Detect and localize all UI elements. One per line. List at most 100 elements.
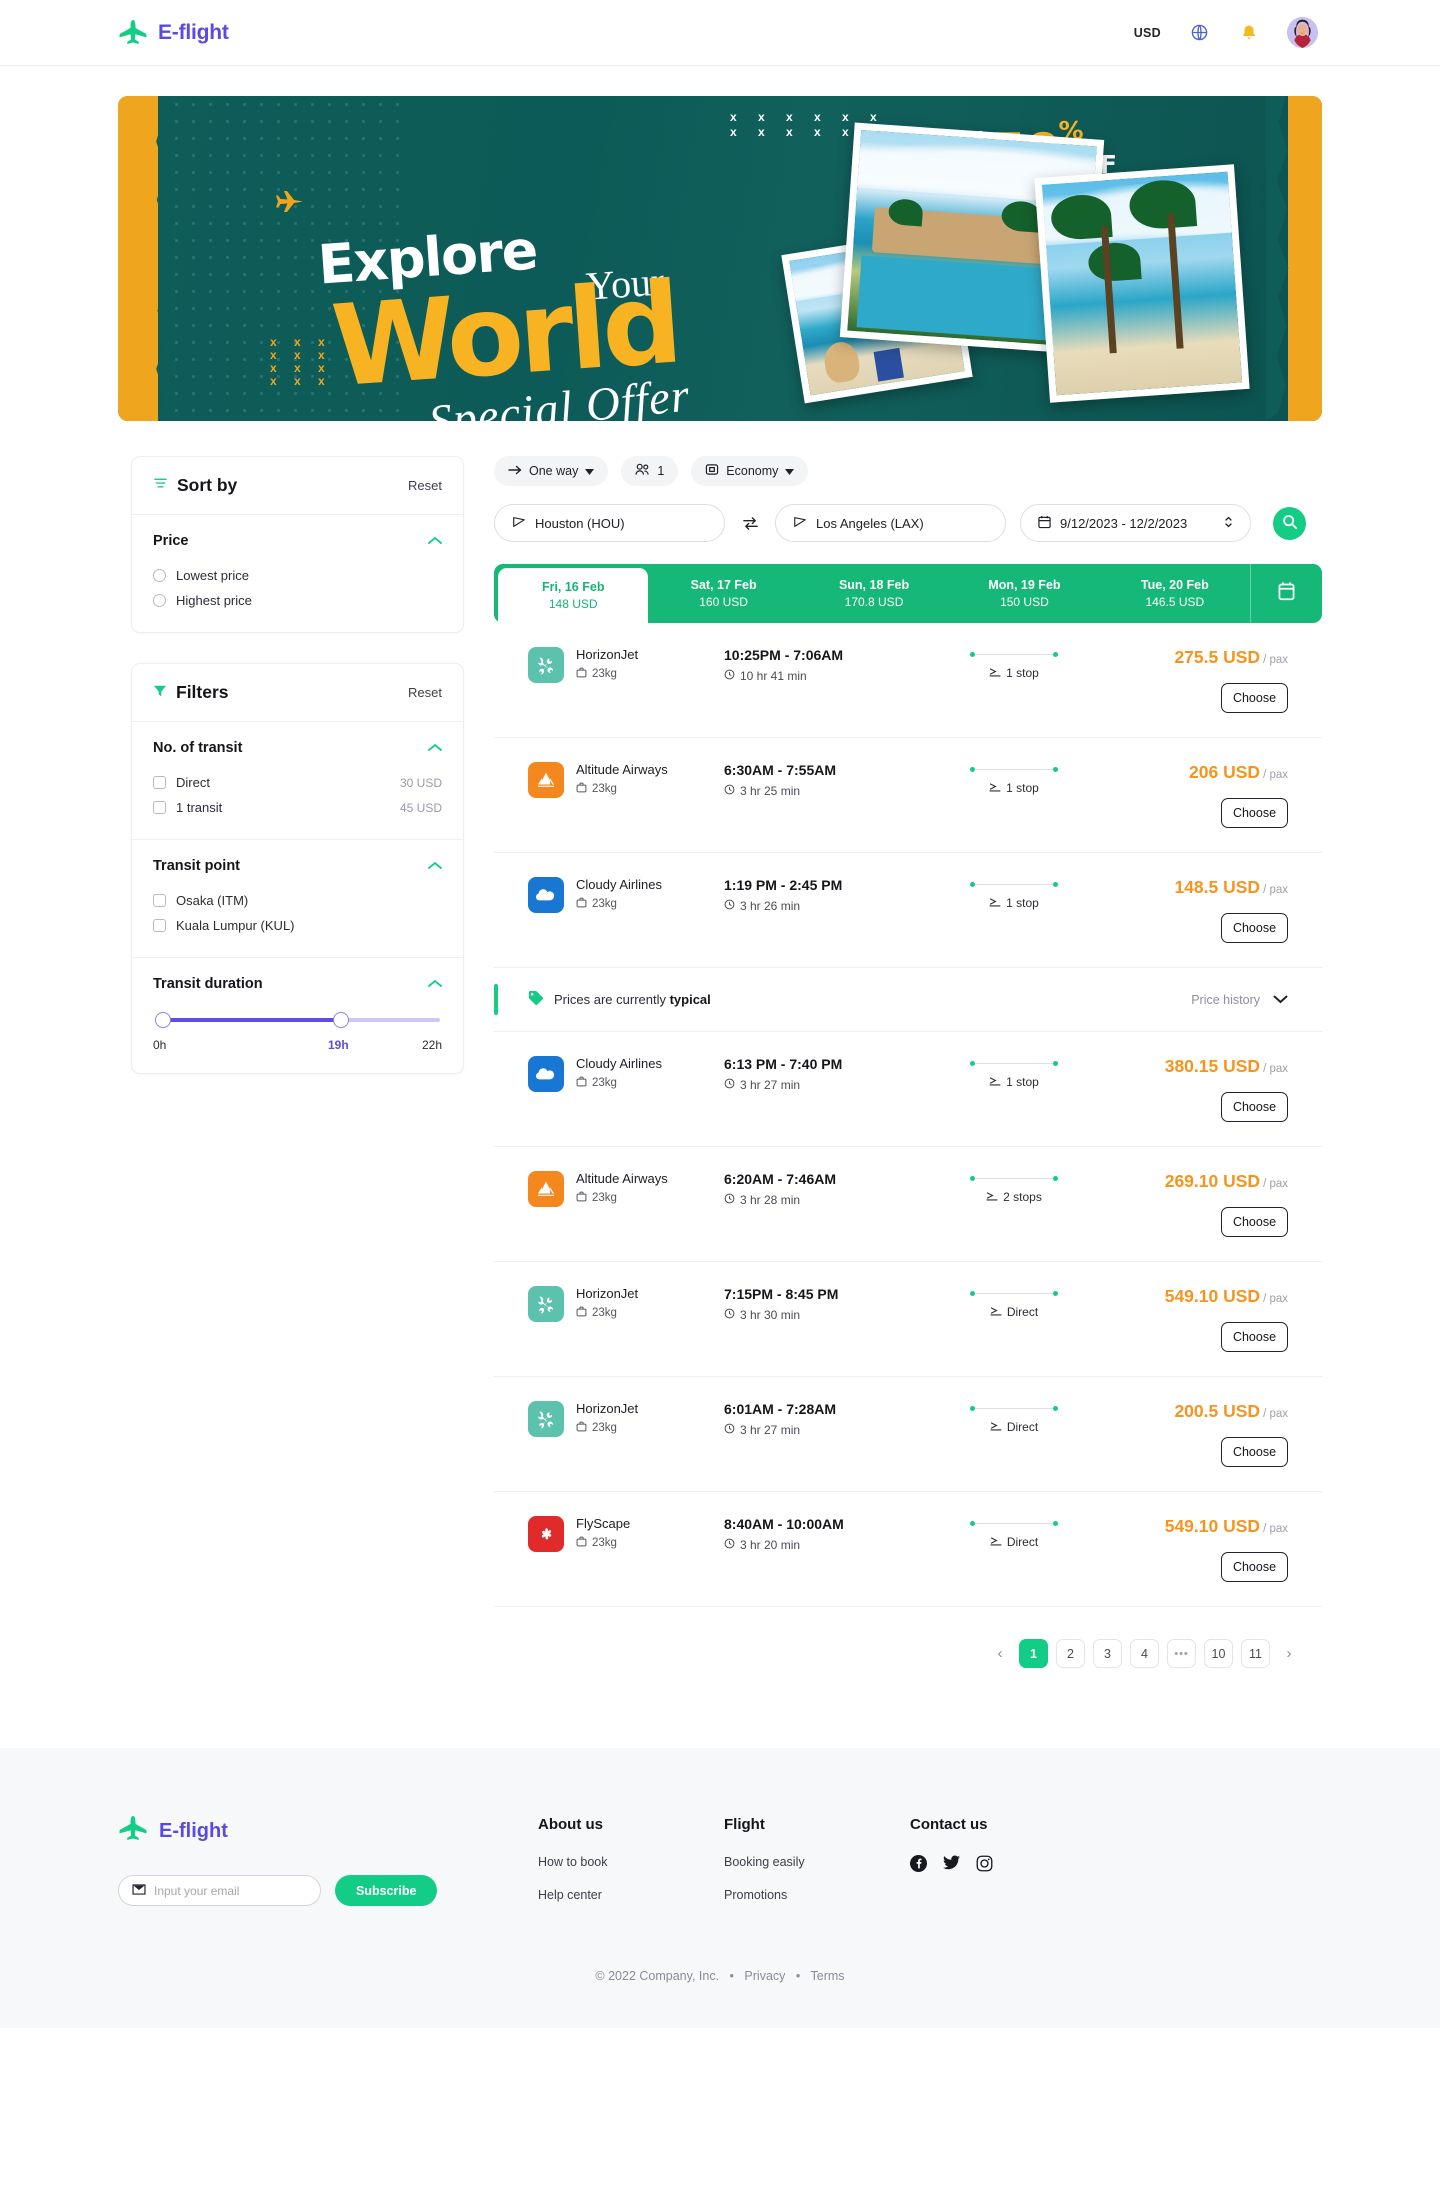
checkbox-input[interactable] [153, 894, 166, 907]
swap-icon[interactable] [739, 512, 761, 534]
chevron-up-icon[interactable] [428, 857, 442, 875]
date-range-input[interactable]: 9/12/2023 - 12/2/2023 [1020, 504, 1251, 542]
flight-result-row[interactable]: Altitude Airways23kg6:30AM - 7:55AM3 hr … [494, 738, 1322, 853]
transit-point-title: Transit point [153, 858, 240, 874]
footer-link-booking-easily[interactable]: Booking easily [724, 1855, 910, 1869]
bell-icon[interactable] [1237, 21, 1261, 45]
pagination-page-3[interactable]: 3 [1093, 1639, 1122, 1668]
globe-icon[interactable] [1187, 21, 1211, 45]
checkbox-input[interactable] [153, 801, 166, 814]
pagination-page-10[interactable]: 10 [1204, 1639, 1233, 1668]
footer-link-promotions[interactable]: Promotions [724, 1888, 910, 1902]
passenger-selector[interactable]: 1 [621, 456, 678, 486]
facebook-icon[interactable] [910, 1855, 927, 1877]
promo-banner[interactable]: x x xx x xx x xx x x x x x x x xx x x x … [118, 96, 1322, 421]
choose-button[interactable]: Choose [1221, 798, 1288, 828]
privacy-link[interactable]: Privacy [744, 1969, 785, 1983]
checkbox-input[interactable] [153, 776, 166, 789]
email-input-wrapper[interactable] [118, 1875, 321, 1906]
flight-result-row[interactable]: Cloudy Airlines23kg1:19 PM - 2:45 PM3 hr… [494, 853, 1322, 968]
subscribe-button[interactable]: Subscribe [335, 1875, 437, 1906]
currency-selector[interactable]: USD [1134, 26, 1161, 40]
pagination-page-1[interactable]: 1 [1019, 1639, 1048, 1668]
banner-headline: Explore Your World Special Offer [318, 226, 748, 421]
chevron-up-icon[interactable] [428, 975, 442, 993]
date-tab[interactable]: Tue, 20 Feb146.5 USD [1100, 564, 1250, 623]
choose-button[interactable]: Choose [1221, 1552, 1288, 1582]
flight-price-area: 206 USD/ paxChoose [1189, 762, 1316, 828]
date-tab-day: Mon, 19 Feb [988, 578, 1060, 592]
per-pax-label: / pax [1263, 1293, 1288, 1305]
choose-button[interactable]: Choose [1221, 1437, 1288, 1467]
calendar-icon [1038, 515, 1051, 532]
search-button[interactable] [1273, 507, 1306, 540]
twitter-icon[interactable] [943, 1855, 960, 1877]
suitcase-icon [576, 1421, 587, 1435]
flight-price-area: 275.5 USD/ paxChoose [1174, 647, 1316, 713]
radio-label: Lowest price [176, 568, 249, 583]
pagination-ellipsis[interactable]: ••• [1167, 1639, 1196, 1668]
filters-reset-button[interactable]: Reset [408, 685, 442, 700]
pagination-page-2[interactable]: 2 [1056, 1639, 1085, 1668]
terms-link[interactable]: Terms [811, 1969, 845, 1983]
choose-button[interactable]: Choose [1221, 683, 1288, 713]
sort-reset-button[interactable]: Reset [408, 478, 442, 493]
chevron-up-icon[interactable] [428, 532, 442, 550]
flight-result-row[interactable]: Cloudy Airlines23kg6:13 PM - 7:40 PM3 hr… [494, 1032, 1322, 1147]
checkbox-direct[interactable]: Direct 30 USD [153, 770, 442, 795]
brand-logo-link[interactable]: E-flight [118, 20, 229, 46]
per-pax-label: / pax [1263, 1063, 1288, 1075]
footer-brand-link[interactable]: E-flight [118, 1816, 538, 1847]
airline-logo-icon [528, 1171, 564, 1207]
trip-type-selector[interactable]: One way [494, 456, 608, 486]
duration-text: 3 hr 27 min [740, 1078, 800, 1092]
checkbox-kuala-lumpur[interactable]: Kuala Lumpur (KUL) [153, 913, 442, 938]
pagination-next-button[interactable]: › [1278, 1639, 1300, 1668]
slider-handle-max[interactable] [333, 1012, 349, 1028]
choose-button[interactable]: Choose [1221, 1207, 1288, 1237]
cabin-class-selector[interactable]: Economy [691, 456, 808, 486]
pagination-page-11[interactable]: 11 [1241, 1639, 1270, 1668]
calendar-toggle-button[interactable] [1250, 564, 1322, 623]
radio-lowest-price[interactable]: Lowest price [153, 563, 442, 588]
origin-input[interactable]: Houston (HOU) [494, 504, 725, 542]
choose-button[interactable]: Choose [1221, 1092, 1288, 1122]
chevron-up-icon[interactable] [428, 739, 442, 757]
date-tab[interactable]: Sun, 18 Feb170.8 USD [799, 564, 949, 623]
footer-link-help-center[interactable]: Help center [538, 1888, 724, 1902]
checkbox-input[interactable] [153, 919, 166, 932]
checkbox-osaka[interactable]: Osaka (ITM) [153, 888, 442, 913]
slider-handle-min[interactable] [155, 1012, 171, 1028]
flight-price: 275.5 USD [1174, 647, 1260, 667]
flight-airline: Cloudy Airlines23kg [528, 1056, 724, 1092]
price-history-toggle[interactable]: Price history [1191, 993, 1316, 1007]
flight-result-row[interactable]: FlyScape23kg8:40AM - 10:00AM3 hr 20 minD… [494, 1492, 1322, 1607]
duration-range-slider[interactable] [155, 1006, 440, 1034]
destination-input[interactable]: Los Angeles (LAX) [775, 504, 1006, 542]
date-tab[interactable]: Mon, 19 Feb150 USD [949, 564, 1099, 623]
clock-icon [724, 1308, 735, 1322]
avatar[interactable] [1287, 17, 1318, 48]
radio-input[interactable] [153, 594, 166, 607]
date-tab[interactable]: Fri, 16 Feb148 USD [498, 568, 648, 623]
radio-highest-price[interactable]: Highest price [153, 588, 442, 613]
checkbox-1-transit[interactable]: 1 transit 45 USD [153, 795, 442, 820]
footer-link-how-to-book[interactable]: How to book [538, 1855, 724, 1869]
email-field[interactable] [154, 1884, 307, 1898]
airplane-logo-icon [118, 1816, 148, 1847]
flight-result-row[interactable]: Altitude Airways23kg6:20AM - 7:46AM3 hr … [494, 1147, 1322, 1262]
radio-input[interactable] [153, 569, 166, 582]
flight-result-row[interactable]: HorizonJet23kg10:25PM - 7:06AM10 hr 41 m… [494, 623, 1322, 738]
flight-result-row[interactable]: HorizonJet23kg6:01AM - 7:28AM3 hr 27 min… [494, 1377, 1322, 1492]
price-trend-strong: typical [670, 992, 711, 1007]
date-tab[interactable]: Sat, 17 Feb160 USD [648, 564, 798, 623]
instagram-icon[interactable] [976, 1855, 993, 1877]
footer-column-title: Flight [724, 1816, 910, 1833]
flight-result-row[interactable]: HorizonJet23kg7:15PM - 8:45 PM3 hr 30 mi… [494, 1262, 1322, 1377]
pagination-prev-button[interactable]: ‹ [989, 1639, 1011, 1668]
stepper-icon[interactable] [1224, 515, 1233, 532]
choose-button[interactable]: Choose [1221, 1322, 1288, 1352]
choose-button[interactable]: Choose [1221, 913, 1288, 943]
pagination-page-4[interactable]: 4 [1130, 1639, 1159, 1668]
filter-icon [153, 682, 167, 703]
